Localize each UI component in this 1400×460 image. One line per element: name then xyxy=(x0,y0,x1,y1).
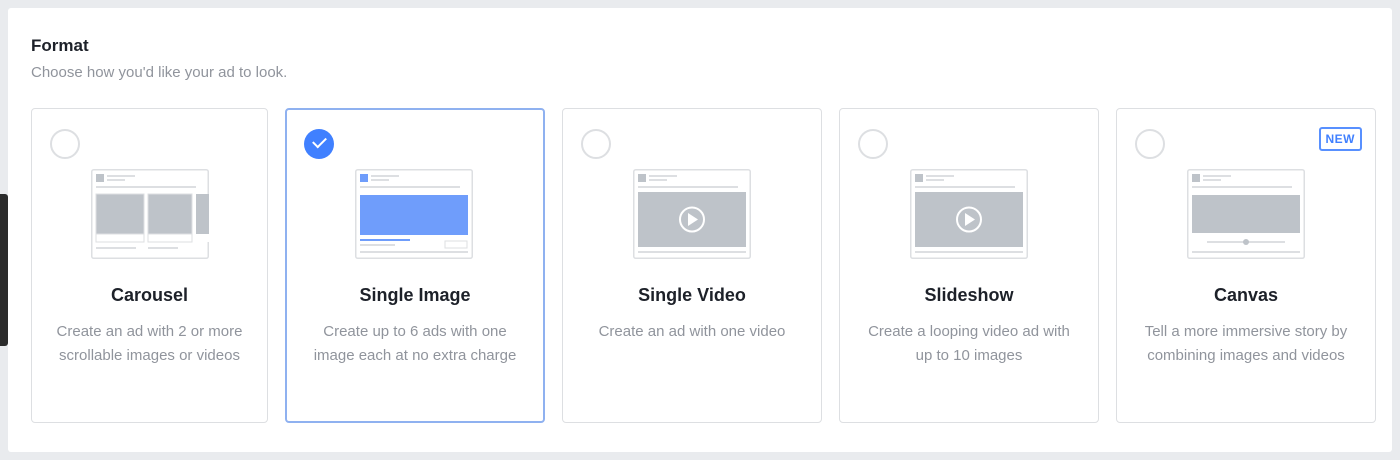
card-title: Canvas xyxy=(1213,285,1279,305)
format-card-single-video[interactable]: Single Video Create an ad with one video xyxy=(562,108,822,423)
format-subtitle: Choose how you'd like your ad to look. xyxy=(31,64,288,81)
card-title: Carousel xyxy=(110,285,189,305)
format-card-single-image[interactable]: Single Image Create up to 6 ads with one… xyxy=(285,108,545,423)
format-card-carousel[interactable]: Carousel Create an ad with 2 or more scr… xyxy=(31,108,268,423)
card-description: Create up to 6 ads with one image each a… xyxy=(313,323,517,364)
radio-button-canvas[interactable] xyxy=(1135,129,1165,159)
checkmark-icon xyxy=(312,133,327,149)
side-drag-handle[interactable] xyxy=(0,194,8,346)
single-video-preview-icon xyxy=(633,169,751,259)
format-title: Format xyxy=(31,36,89,55)
carousel-preview-icon xyxy=(90,169,209,259)
card-description: Create an ad with 2 or more scrollable i… xyxy=(56,323,243,364)
format-card-canvas[interactable]: NEW Canvas Tell a more immersive story b… xyxy=(1116,108,1376,423)
radio-button-slideshow[interactable] xyxy=(858,129,888,159)
card-title: Single Image xyxy=(359,285,471,305)
card-title: Slideshow xyxy=(924,285,1014,305)
format-panel: Format Choose how you'd like your ad to … xyxy=(8,8,1392,452)
card-description: Create an ad with one video xyxy=(598,323,786,340)
radio-button-carousel[interactable] xyxy=(50,129,80,159)
new-badge: NEW xyxy=(1318,127,1362,151)
canvas-preview-icon xyxy=(1187,169,1305,259)
single-image-preview-icon xyxy=(355,169,473,259)
radio-button-single-image[interactable] xyxy=(304,129,334,159)
radio-button-single-video[interactable] xyxy=(581,129,611,159)
card-description: Tell a more immersive story by combining… xyxy=(1144,323,1348,364)
card-description: Create a looping video ad with up to 10 … xyxy=(868,323,1070,364)
card-title: Single Video xyxy=(638,285,746,305)
format-card-slideshow[interactable]: Slideshow Create a looping video ad with… xyxy=(839,108,1099,423)
slideshow-preview-icon xyxy=(910,169,1028,259)
